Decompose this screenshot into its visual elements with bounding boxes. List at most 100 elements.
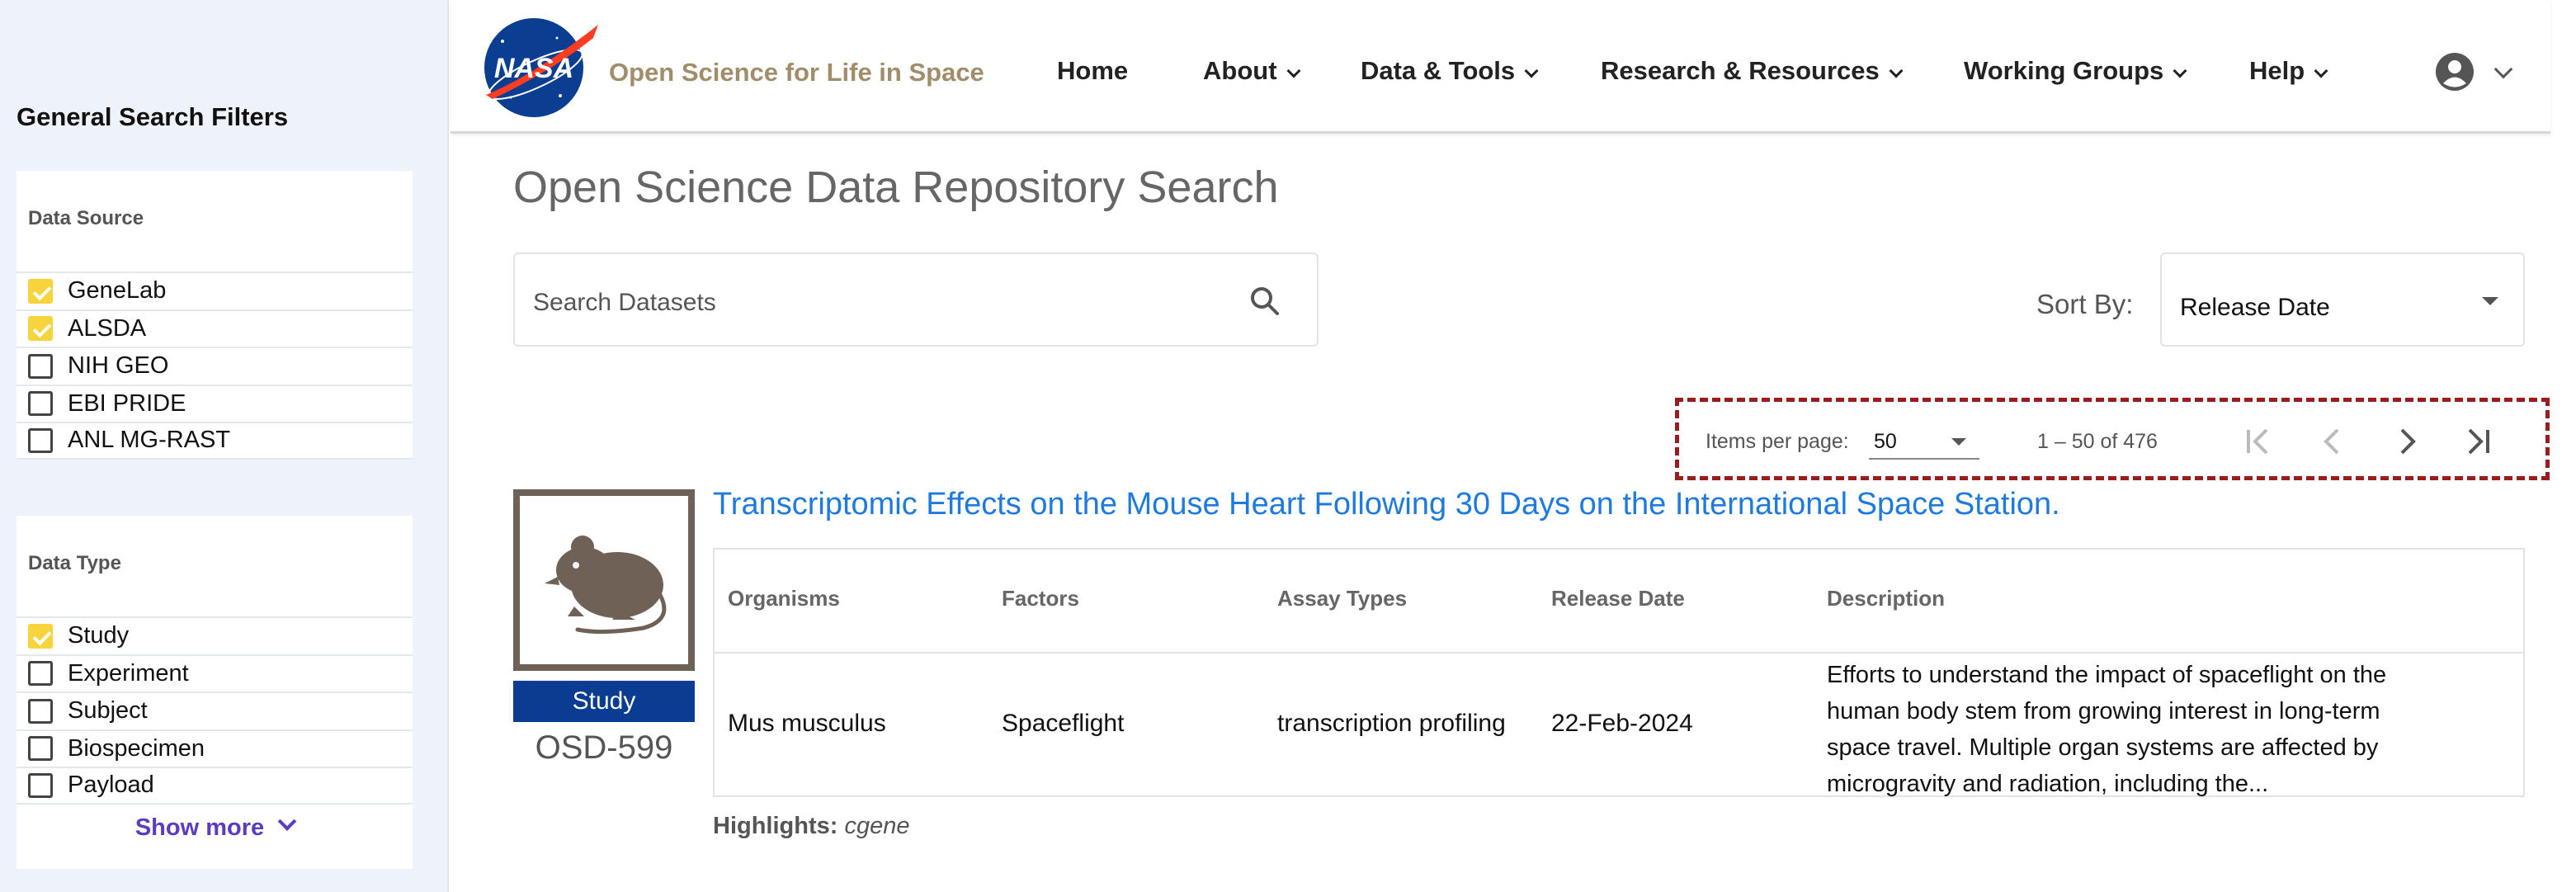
data-source-filter: Data Source GeneLab ALSDA NIH GEO EBI PR… [17, 171, 413, 460]
filter-list: Study Experiment Subject Biospecimen Pay… [17, 616, 413, 805]
filter-heading: Data Type [28, 552, 121, 574]
previous-page-icon[interactable] [2316, 425, 2349, 458]
sort-label: Sort By: [2036, 289, 2134, 319]
nav-label: Home [1057, 56, 1129, 85]
checkbox[interactable] [28, 391, 53, 417]
chevron-down-icon [1889, 64, 1904, 78]
filter-option-label: Study [68, 622, 130, 649]
sort-by-select[interactable]: Release Date [2160, 252, 2525, 347]
filter-option-anl-mg-rast[interactable]: ANL MG-RAST [17, 422, 413, 460]
search-input[interactable]: Search Datasets [513, 252, 1319, 347]
filter-option-label: Biospecimen [68, 734, 205, 762]
filter-option-subject[interactable]: Subject [17, 691, 413, 729]
filter-option-label: GeneLab [68, 277, 167, 304]
account-icon[interactable] [2434, 51, 2475, 92]
show-more-label: Show more [134, 814, 265, 841]
first-page-icon[interactable] [2242, 425, 2275, 458]
top-navigation-bar: NASA Open Science for Life in Space Home… [451, 0, 2550, 134]
filter-option-label: ANL MG-RAST [68, 427, 231, 454]
description-line: microgravity and radiation, including th… [1827, 771, 2269, 797]
nav-working-groups[interactable]: Working Groups [1964, 56, 2187, 86]
nav-label: About [1203, 56, 1277, 85]
chevron-down-icon [1524, 64, 1539, 78]
filter-option-label: Subject [68, 697, 148, 724]
page-range-label: 1 – 50 of 476 [2037, 430, 2158, 453]
logo-text: NASA [494, 53, 573, 84]
sidebar-title: General Search Filters [17, 102, 289, 131]
study-thumbnail[interactable] [513, 489, 695, 671]
filter-option-payload[interactable]: Payload [17, 767, 413, 805]
nav-research-resources[interactable]: Research & Resources [1601, 56, 1904, 86]
cell-description: Efforts to understand the impact of spac… [1827, 657, 2454, 802]
highlights-label: Highlights: [713, 813, 838, 839]
search-placeholder: Search Datasets [533, 289, 716, 316]
filter-option-label: Experiment [68, 659, 189, 687]
filter-option-ebi-pride[interactable]: EBI PRIDE [17, 384, 413, 422]
items-per-page-value: 50 [1874, 430, 1897, 453]
nav-data-tools[interactable]: Data & Tools [1361, 56, 1539, 86]
table-divider [715, 652, 2523, 654]
checkbox[interactable] [28, 353, 53, 379]
filter-list: GeneLab ALSDA NIH GEO EBI PRIDE ANL MG-R… [17, 271, 413, 460]
chevron-down-icon [277, 812, 297, 831]
account-chevron-down-icon[interactable] [2493, 59, 2513, 79]
filter-option-biospecimen[interactable]: Biospecimen [17, 729, 413, 767]
highlights: Highlights: cgene [713, 813, 910, 840]
items-per-page-label: Items per page: [1706, 430, 1849, 453]
filter-heading: Data Source [28, 207, 144, 229]
result-title-link[interactable]: Transcriptomic Effects on the Mouse Hear… [713, 487, 2060, 522]
cell-organisms: Mus musculus [728, 710, 886, 737]
cell-release-date: 22-Feb-2024 [1551, 710, 1693, 737]
checkbox-checked[interactable] [28, 278, 53, 304]
nasa-logo[interactable]: NASA [478, 17, 602, 119]
nav-label: Research & Resources [1601, 56, 1880, 85]
checkbox-checked[interactable] [28, 316, 53, 342]
chevron-down-icon [2314, 64, 2328, 78]
column-header: Description [1827, 586, 1946, 611]
checkbox[interactable] [28, 661, 53, 687]
filter-sidebar: General Search Filters Data Source GeneL… [0, 0, 449, 892]
filter-option-label: EBI PRIDE [68, 389, 186, 417]
search-icon[interactable] [1249, 286, 1281, 317]
filter-option-experiment[interactable]: Experiment [17, 654, 413, 692]
filter-option-nih-geo[interactable]: NIH GEO [17, 347, 413, 385]
cell-factors: Spaceflight [1002, 710, 1125, 737]
nav-label: Working Groups [1964, 56, 2164, 85]
dropdown-arrow-icon [2482, 297, 2498, 305]
page-title: Open Science Data Repository Search [513, 163, 1279, 212]
study-type-badge: Study [513, 681, 695, 722]
column-header: Factors [1002, 586, 1079, 611]
description-line: human body stem from growing interest in… [1827, 698, 2380, 724]
filter-option-label: Payload [68, 772, 154, 799]
items-per-page-select[interactable]: 50 [1869, 423, 1979, 460]
next-page-icon[interactable] [2390, 425, 2423, 458]
column-header: Release Date [1551, 586, 1685, 611]
site-name[interactable]: Open Science for Life in Space [609, 58, 984, 87]
column-header: Assay Types [1277, 586, 1408, 611]
column-header: Organisms [728, 586, 840, 611]
paginator: Items per page: 50 1 – 50 of 476 [1675, 398, 2550, 480]
nav-label: Help [2249, 56, 2305, 85]
nav-about[interactable]: About [1203, 56, 1301, 86]
study-id: OSD-599 [535, 729, 673, 766]
filter-option-genelab[interactable]: GeneLab [17, 271, 413, 309]
last-page-icon[interactable] [2461, 425, 2494, 458]
result-details-table: Organisms Factors Assay Types Release Da… [713, 548, 2525, 797]
description-line: space travel. Multiple organ systems are… [1827, 734, 2379, 761]
show-more-button[interactable]: Show more [17, 812, 413, 842]
nav-label: Data & Tools [1361, 56, 1516, 85]
checkbox[interactable] [28, 698, 53, 724]
nav-home[interactable]: Home [1057, 56, 1128, 86]
cell-assay-types: transcription profiling [1277, 710, 1506, 737]
checkbox[interactable] [28, 427, 53, 453]
nav-help[interactable]: Help [2249, 56, 2328, 86]
filter-option-label: NIH GEO [68, 352, 169, 380]
filter-option-alsda[interactable]: ALSDA [17, 309, 413, 347]
checkbox-checked[interactable] [28, 623, 53, 649]
filter-option-study[interactable]: Study [17, 616, 413, 654]
data-type-filter: Data Type Study Experiment Subject Biosp… [17, 516, 413, 869]
checkbox[interactable] [28, 772, 53, 798]
highlights-value: cgene [844, 813, 910, 839]
sort-value: Release Date [2180, 294, 2330, 321]
checkbox[interactable] [28, 736, 53, 762]
